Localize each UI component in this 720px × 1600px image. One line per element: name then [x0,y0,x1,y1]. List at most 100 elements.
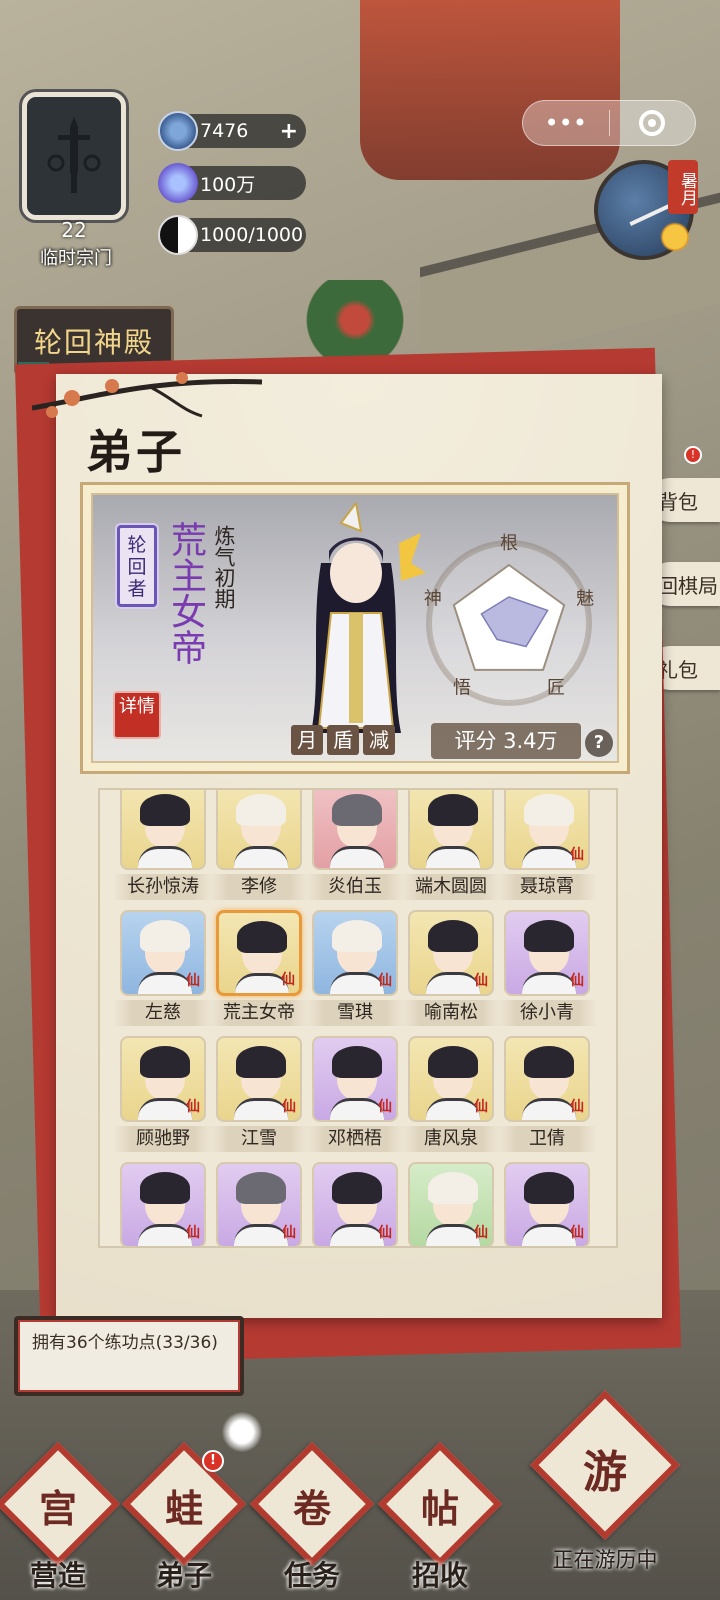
nav-tasks[interactable]: 卷 任务 [249,1441,375,1600]
disciple-card[interactable]: 仙 [216,1162,302,1246]
disciple-portrait [216,790,302,870]
portrait-hair [524,1172,574,1204]
rank-mark-icon: 仙 [186,973,200,989]
disciple-name: 喻南松 [401,1000,501,1026]
disciple-row: 长孙惊涛 李修 炎伯玉 端木圆圆仙聂琼霄 [113,790,600,908]
rank-mark-icon: 仙 [570,847,584,863]
portrait-body [330,846,384,868]
disciple-card[interactable]: 仙卫倩 [497,1036,597,1160]
add-resource-button[interactable]: + [280,119,298,144]
portrait-hair [236,794,286,826]
detail-button[interactable]: 详情 [113,691,161,739]
disciple-card[interactable]: 仙荒主女帝 [209,910,309,1034]
resource-value: 1000/1000 [200,224,304,246]
disciple-card[interactable]: 仙江雪 [209,1036,309,1160]
attribute-radar-chart: 根 魅 匠 悟 神 [424,533,594,706]
nav-recruit[interactable]: 帖 招收 [377,1441,503,1600]
reincarnator-tag: 轮回者 [117,525,157,607]
rank-mark-icon: 仙 [570,973,584,989]
nav-label: 弟子 [155,1559,212,1592]
target-icon [639,110,666,136]
disciple-card[interactable]: 仙 [120,1162,206,1246]
hero-portrait [311,503,426,733]
resource-spirit-stone[interactable]: 7476 + [158,111,306,151]
disciple-card[interactable]: 仙 [312,1162,398,1246]
disciple-card[interactable]: 仙唐风泉 [401,1036,501,1160]
disciple-card[interactable]: 炎伯玉 [305,790,405,908]
portrait-body [426,972,480,994]
disciple-portrait: 仙 [120,1036,206,1122]
sect-emblem[interactable]: 22 临时宗门 [14,92,132,269]
portrait-hair [140,1046,190,1078]
bottom-nav: 宫 营造 蛙 ! 弟子 卷 任务 帖 招收 游 正在游历中 [0,1390,720,1600]
portrait-body [330,972,384,994]
disciple-card[interactable]: 仙邓栖梧 [305,1036,405,1160]
rank-mark-icon: 仙 [474,1225,488,1241]
resource-crystal: 100万 [158,163,306,203]
portrait-body [234,1098,288,1120]
portrait-body [522,972,576,994]
rank-mark-icon: 仙 [282,1225,296,1241]
close-button[interactable] [610,101,696,145]
disciple-card[interactable]: 仙 [408,1162,494,1246]
disciple-portrait: 仙 [312,1036,398,1122]
disciple-card[interactable]: 端木圆圆 [401,790,501,908]
radar-label: 魅 [576,588,594,609]
sun-icon [660,222,690,252]
hero-card-inner: 轮回者 荒主女帝 炼气初期 详情 月 盾 减 根 魅 匠 悟 神 评分 3.4万… [91,493,619,763]
disciple-card[interactable]: 仙徐小青 [497,910,597,1034]
disciple-card[interactable]: 长孙惊涛 [113,790,213,908]
nav-disciples[interactable]: 蛙 ! 弟子 [121,1441,247,1600]
help-button[interactable]: ? [585,729,613,757]
pavilion-roof [360,0,620,180]
training-points-notice[interactable]: 拥有36个练功点(33/36) [14,1316,244,1396]
sect-level: 22 [61,218,87,242]
crystal-icon [158,163,198,203]
nav-label: 招收 [411,1559,468,1592]
disciple-name: 长孙惊涛 [113,874,213,900]
portrait-body [138,1224,192,1246]
panel-title: 弟子 [86,425,186,479]
nav-travel[interactable]: 游 正在游历中 [530,1390,680,1596]
radar-label: 根 [500,533,518,554]
disciple-card[interactable]: 仙喻南松 [401,910,501,1034]
disciple-name: 李修 [209,874,309,900]
disciple-name: 聂琼霄 [497,874,597,900]
disciple-name: 端木圆圆 [401,874,501,900]
disciple-card[interactable]: 李修 [209,790,309,908]
disciple-portrait: 仙 [408,910,494,996]
disciple-portrait [120,790,206,870]
notice-text: 拥有36个练功点(33/36) [18,1320,240,1392]
disciple-portrait: 仙 [120,1162,206,1246]
rank-mark-icon: 仙 [378,973,392,989]
disciple-portrait: 仙 [504,790,590,870]
nav-build[interactable]: 宫 营造 [0,1441,121,1600]
disciple-card[interactable]: 仙 [504,1162,590,1246]
disciple-portrait [312,790,398,870]
nav-label: 任务 [283,1559,340,1592]
portrait-hair [140,920,190,952]
disciple-grid[interactable]: 长孙惊涛 李修 炎伯玉 端木圆圆仙聂琼霄仙左慈仙荒主女帝仙雪琪仙喻南松仙徐小青仙顾驰野… [98,788,618,1248]
portrait-hair [332,920,382,952]
hero-card: 轮回者 荒主女帝 炼气初期 详情 月 盾 减 根 魅 匠 悟 神 评分 3.4万… [80,482,630,774]
disciple-card[interactable]: 仙顾驰野 [113,1036,213,1160]
more-button[interactable]: ••• [523,101,609,145]
portrait-body [522,1098,576,1120]
disciple-portrait: 仙 [504,1162,590,1246]
portrait-hair [140,794,190,826]
portrait-hair [524,1046,574,1078]
invitation-card-icon: 帖 [420,1486,459,1531]
season-label: 暑月 [668,160,698,214]
portrait-hair [236,1046,286,1078]
portrait-hair [237,921,287,953]
disciple-card[interactable]: 仙聂琼霄 [497,790,597,908]
disciple-row: 仙顾驰野仙江雪仙邓栖梧仙唐风泉仙卫倩 [113,1036,600,1160]
trait-tag: 月 [291,725,323,755]
disciple-card[interactable]: 仙左慈 [113,910,213,1034]
rank-mark-icon: 仙 [378,1099,392,1115]
scroll-icon: 卷 [292,1486,331,1531]
disciple-card[interactable]: 仙雪琪 [305,910,405,1034]
mini-program-capsule: ••• [522,100,696,146]
portrait-body [522,1224,576,1246]
disciple-portrait: 仙 [312,910,398,996]
